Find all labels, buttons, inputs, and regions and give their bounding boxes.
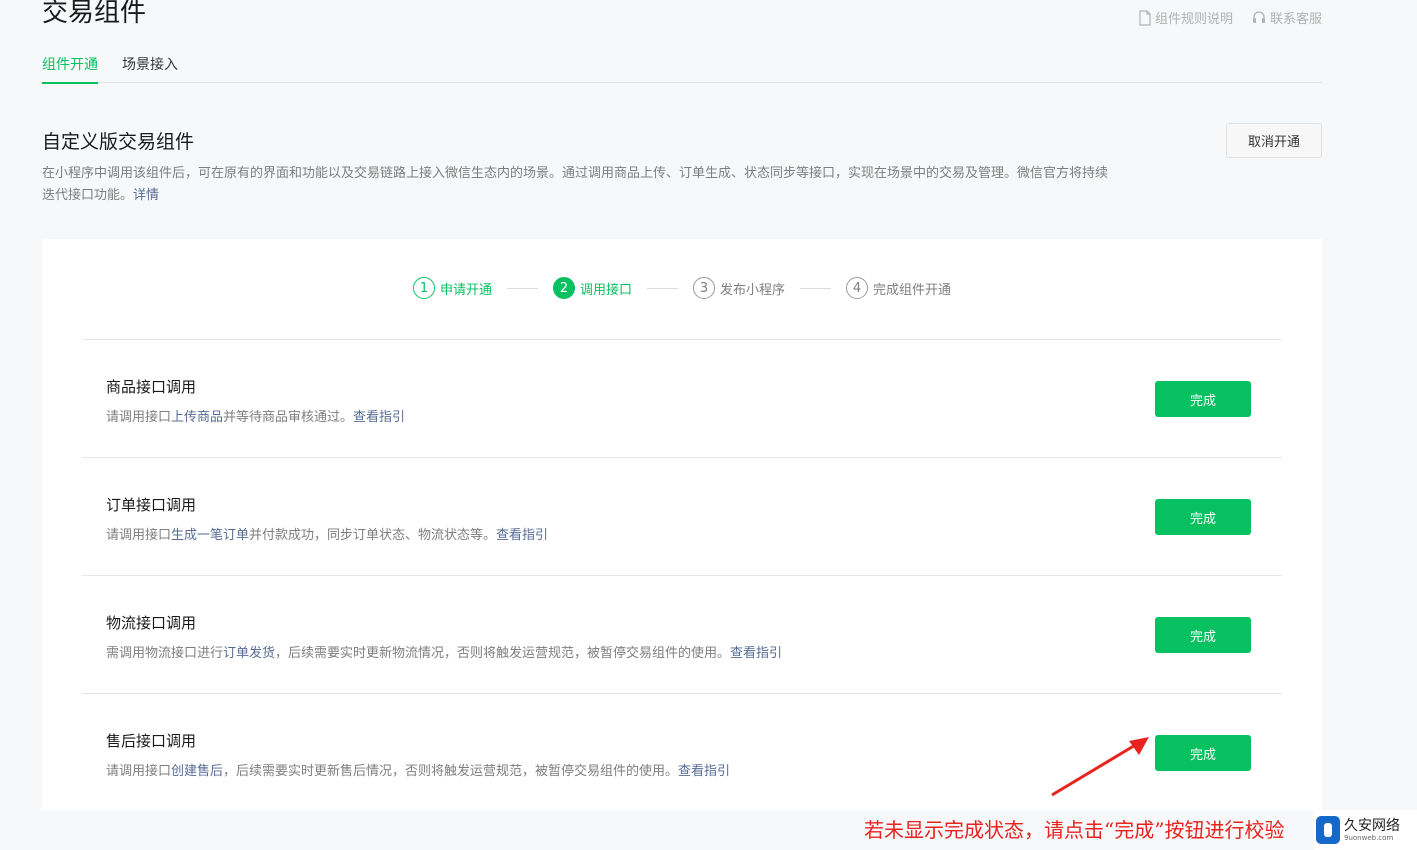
api-link[interactable]: 订单发货: [223, 646, 275, 661]
document-icon: [1138, 9, 1152, 26]
task-desc-text: ，后续需要实时更新售后情况，否则将触发运营规范，被暂停交易组件的使用。: [223, 764, 679, 779]
headset-icon: [1251, 10, 1267, 26]
view-guide-link[interactable]: 查看指引: [496, 528, 548, 543]
step-indicator: 1 申请开通 2 调用接口 3 发布小程序 4 完成组件开通: [42, 277, 1322, 299]
rules-link-label: 组件规则说明: [1154, 12, 1233, 27]
tab-bar: 组件开通 场景接入: [42, 56, 1322, 84]
step-label: 申请开通: [439, 282, 492, 298]
support-link-label: 联系客服: [1269, 12, 1322, 27]
page-title: 交易组件: [42, 0, 147, 28]
section-title: 自定义版交易组件: [42, 131, 195, 153]
step-label: 完成组件开通: [873, 282, 952, 298]
task-desc-text: 需调用物流接口进行: [106, 646, 224, 661]
task-title: 订单接口调用: [106, 496, 197, 514]
api-link[interactable]: 创建售后: [171, 764, 223, 779]
cancel-activation-button[interactable]: 取消开通: [1226, 123, 1322, 158]
detail-link[interactable]: 详情: [133, 188, 159, 203]
watermark: 久安网络 9uonweb.com: [1314, 810, 1417, 850]
step-number: 4: [846, 277, 869, 299]
step-2: 2 调用接口: [552, 277, 632, 299]
task-description: 请调用接口创建售后，后续需要实时更新售后情况，否则将触发运营规范，被暂停交易组件…: [106, 760, 730, 779]
task-desc-text: 请调用接口: [106, 528, 172, 543]
watermark-logo-icon: [1316, 816, 1340, 844]
watermark-name: 久安网络: [1344, 817, 1400, 834]
task-desc-text: ，后续需要实时更新物流情况，否则将触发运营规范，被暂停交易组件的使用。: [275, 646, 731, 661]
task-description: 请调用接口生成一笔订单并付款成功，同步订单状态、物流状态等。查看指引: [106, 524, 548, 543]
view-guide-link[interactable]: 查看指引: [730, 646, 782, 661]
task-title: 售后接口调用: [106, 732, 197, 750]
annotation-text: 若未显示完成状态，请点击“完成”按钮进行校验: [864, 818, 1285, 842]
task-desc-text: 请调用接口: [106, 410, 172, 425]
task-title: 物流接口调用: [106, 614, 197, 632]
step-number: 3: [693, 277, 715, 299]
task-description: 请调用接口上传商品并等待商品审核通过。查看指引: [106, 406, 405, 425]
tab-scene-access[interactable]: 场景接入: [122, 56, 178, 83]
task-row-order: 订单接口调用 请调用接口生成一笔订单并付款成功，同步订单状态、物流状态等。查看指…: [82, 457, 1282, 575]
step-number: 2: [552, 277, 575, 299]
step-number: 1: [412, 277, 435, 299]
step-1: 1 申请开通: [412, 277, 492, 299]
step-4: 4 完成组件开通: [846, 277, 951, 299]
api-link[interactable]: 上传商品: [171, 410, 223, 425]
api-link[interactable]: 生成一笔订单: [171, 528, 249, 543]
support-link[interactable]: 联系客服: [1251, 8, 1322, 27]
description-text: 在小程序中调用该组件后，可在原有的界面和功能以及交易链路上接入微信生态内的场景。…: [42, 166, 1109, 203]
task-panel: 1 申请开通 2 调用接口 3 发布小程序 4 完成组件开通 商品接口调用 请调…: [42, 239, 1322, 810]
view-guide-link[interactable]: 查看指引: [353, 410, 405, 425]
step-connector: [647, 287, 678, 289]
step-3: 3 发布小程序: [693, 277, 785, 299]
tab-activate[interactable]: 组件开通: [42, 56, 98, 84]
step-label: 发布小程序: [720, 282, 786, 298]
task-row-product: 商品接口调用 请调用接口上传商品并等待商品审核通过。查看指引 完成: [82, 339, 1282, 457]
task-desc-text: 请调用接口: [106, 764, 172, 779]
view-guide-link[interactable]: 查看指引: [678, 764, 730, 779]
task-description: 需调用物流接口进行订单发货，后续需要实时更新物流情况，否则将触发运营规范，被暂停…: [106, 642, 782, 661]
watermark-text: 久安网络 9uonweb.com: [1344, 819, 1400, 842]
complete-button[interactable]: 完成: [1155, 499, 1251, 535]
task-row-logistics: 物流接口调用 需调用物流接口进行订单发货，后续需要实时更新物流情况，否则将触发运…: [82, 575, 1282, 693]
header-links: 组件规则说明 联系客服: [1138, 8, 1322, 27]
step-label: 调用接口: [579, 282, 632, 298]
annotation-arrow-icon: [1051, 737, 1149, 797]
task-desc-text: 并等待商品审核通过。: [223, 410, 354, 425]
complete-button[interactable]: 完成: [1155, 617, 1251, 653]
rules-link[interactable]: 组件规则说明: [1138, 8, 1233, 27]
step-connector: [800, 287, 832, 289]
complete-button[interactable]: 完成: [1155, 735, 1251, 771]
task-desc-text: 并付款成功，同步订单状态、物流状态等。: [249, 528, 497, 543]
complete-button[interactable]: 完成: [1155, 381, 1251, 417]
watermark-url: 9uonweb.com: [1344, 833, 1394, 842]
section-description: 在小程序中调用该组件后，可在原有的界面和功能以及交易链路上接入微信生态内的场景。…: [42, 163, 1117, 207]
step-connector: [506, 287, 538, 289]
task-title: 商品接口调用: [106, 378, 197, 396]
